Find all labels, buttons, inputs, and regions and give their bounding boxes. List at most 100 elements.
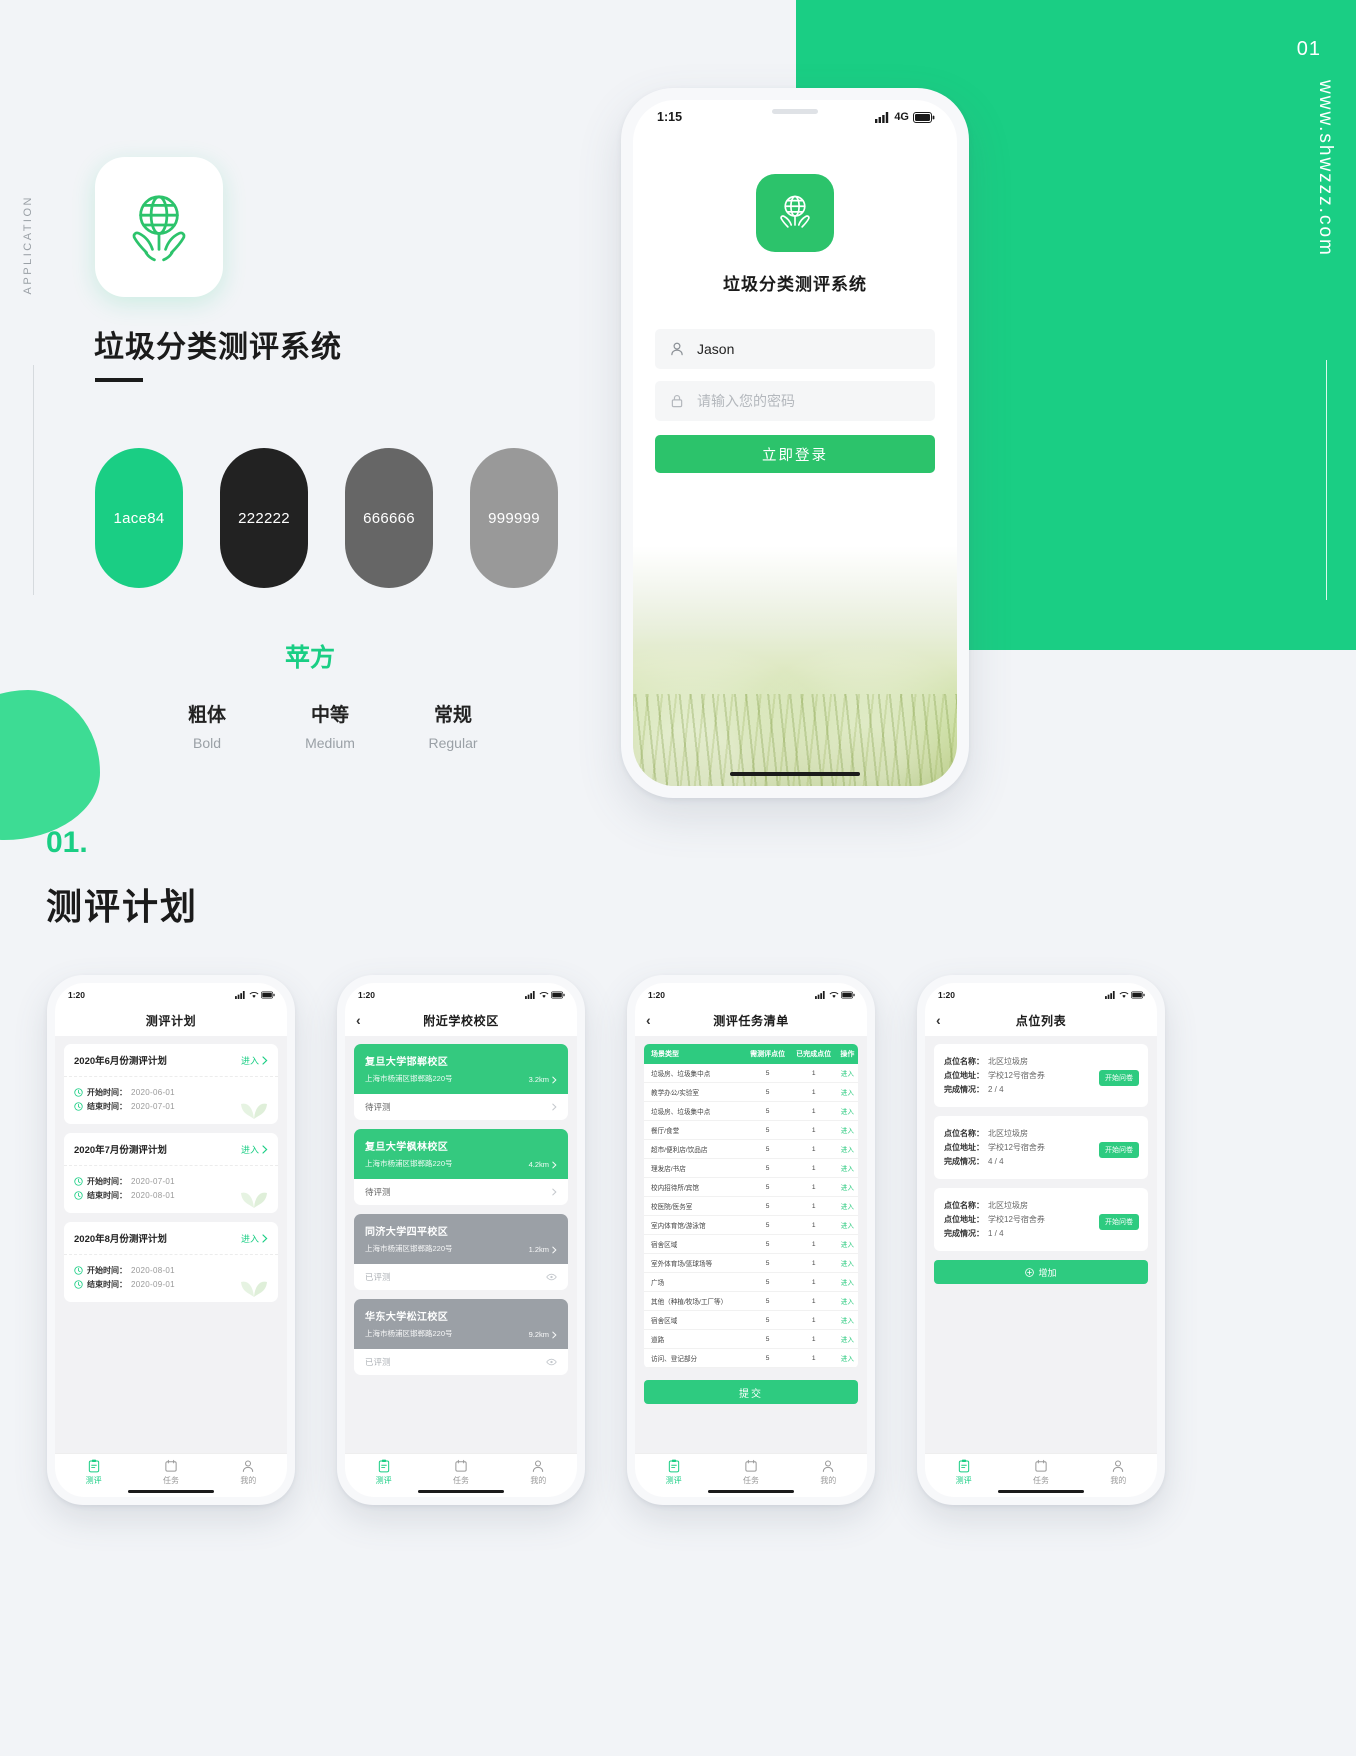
table-row[interactable]: 室外体育场/篮球场等 5 1 进入 (644, 1253, 858, 1273)
plan-card[interactable]: 2020年8月份测评计划 进入 开始时间： 2020-08-01 结束时间： 2… (64, 1222, 278, 1302)
eye-icon[interactable] (546, 1273, 557, 1281)
campus-card-footer: 待评测 (354, 1094, 568, 1120)
plan-enter-button[interactable]: 进入 (241, 1232, 268, 1245)
add-point-label: 增加 (1038, 1267, 1057, 1278)
cell-action[interactable]: 进入 (836, 1196, 858, 1216)
back-button[interactable]: ‹ (646, 1013, 651, 1027)
chevron-right-icon[interactable] (552, 1103, 557, 1111)
cell-action[interactable]: 进入 (836, 1291, 858, 1311)
table-row[interactable]: 垃圾房、垃圾集中点 5 1 进入 (644, 1064, 858, 1083)
cell-action[interactable]: 进入 (836, 1120, 858, 1140)
table-row[interactable]: 校医院/医务室 5 1 进入 (644, 1196, 858, 1216)
color-swatch: 666666 (345, 448, 433, 588)
cell-scene-type: 超市/便利店/饮品店 (644, 1139, 745, 1159)
campus-distance-group: 1.2km (529, 1245, 557, 1254)
point-card[interactable]: 点位名称： 北区垃圾房 点位地址： 学校12号宿舍券 完成情况： 2 / 4 开… (934, 1044, 1148, 1107)
cell-action[interactable]: 进入 (836, 1082, 858, 1102)
cell-action[interactable]: 进入 (836, 1310, 858, 1330)
table-row[interactable]: 校内招待所/宾馆 5 1 进入 (644, 1177, 858, 1197)
status-bar: 1:20 (55, 983, 287, 1004)
tab-assessment[interactable]: 测评 (345, 1454, 422, 1491)
cell-required-points: 5 (744, 1158, 791, 1178)
start-survey-button[interactable]: 开始问卷 (1099, 1214, 1139, 1230)
eye-icon[interactable] (546, 1358, 557, 1366)
table-row[interactable]: 宿舍区域 5 1 进入 (644, 1310, 858, 1330)
password-field[interactable]: 请输入您的密码 (655, 381, 935, 421)
campus-card[interactable]: 同济大学四平校区 上海市杨浦区邯郸路220号 1.2km 已评测 (354, 1214, 568, 1290)
plan-enter-button[interactable]: 进入 (241, 1143, 268, 1156)
cell-action[interactable]: 进入 (836, 1234, 858, 1254)
color-swatch: 1ace84 (95, 448, 183, 588)
cell-action[interactable]: 进入 (836, 1348, 858, 1368)
submit-button[interactable]: 提交 (644, 1380, 858, 1404)
cell-action[interactable]: 进入 (836, 1329, 858, 1349)
calendar-icon (165, 1459, 177, 1472)
point-progress-label: 完成情况： (944, 1157, 984, 1166)
tab-label: 任务 (742, 1476, 759, 1485)
site-url: www.shwzzz.com (1315, 80, 1336, 257)
table-row[interactable]: 理发店/书店 5 1 进入 (644, 1158, 858, 1178)
table-row[interactable]: 其他（种植/牧场/工厂等） 5 1 进入 (644, 1291, 858, 1311)
chevron-right-icon (262, 1233, 268, 1243)
campus-card[interactable]: 复旦大学邯郸校区 上海市杨浦区邯郸路220号 3.2km 待评测 (354, 1044, 568, 1120)
point-card[interactable]: 点位名称： 北区垃圾房 点位地址： 学校12号宿舍券 完成情况： 4 / 4 开… (934, 1116, 1148, 1179)
table-row[interactable]: 教学办公/实验室 5 1 进入 (644, 1082, 858, 1102)
font-weight-en: Regular (428, 735, 478, 751)
tab-assessment[interactable]: 测评 (55, 1454, 132, 1491)
username-field[interactable]: Jason (655, 329, 935, 369)
clipboard-icon (378, 1459, 389, 1473)
navbar: ‹ 附近学校校区 (345, 1004, 577, 1036)
cell-action[interactable]: 进入 (836, 1253, 858, 1273)
plan-enter-button[interactable]: 进入 (241, 1054, 268, 1067)
tab-task[interactable]: 任务 (712, 1454, 789, 1491)
tab-profile[interactable]: 我的 (210, 1454, 287, 1491)
tab-profile[interactable]: 我的 (500, 1454, 577, 1491)
font-weight-en: Bold (192, 735, 222, 751)
plan-card[interactable]: 2020年7月份测评计划 进入 开始时间： 2020-07-01 结束时间： 2… (64, 1133, 278, 1213)
cell-completed-points: 1 (790, 1234, 837, 1254)
table-row[interactable]: 超市/便利店/饮品店 5 1 进入 (644, 1139, 858, 1159)
chevron-right-icon[interactable] (552, 1188, 557, 1196)
campus-card[interactable]: 华东大学松江校区 上海市杨浦区邯郸路220号 9.2km 已评测 (354, 1299, 568, 1375)
cell-action[interactable]: 进入 (836, 1139, 858, 1159)
campus-card[interactable]: 复旦大学枫林校区 上海市杨浦区邯郸路220号 4.2km 待评测 (354, 1129, 568, 1205)
task-list-body: 场景类型 需测评点位 已完成点位 操作 垃圾房、垃圾集中点 5 1 进入 教学办公/实验… (635, 1036, 867, 1453)
table-row[interactable]: 宿舍区域 5 1 进入 (644, 1234, 858, 1254)
plan-end-value: 2020-09-01 (131, 1280, 175, 1289)
point-name-label: 点位名称： (944, 1201, 984, 1210)
table-row[interactable]: 餐厅/食堂 5 1 进入 (644, 1120, 858, 1140)
grass-background-image (633, 546, 957, 786)
cell-action[interactable]: 进入 (836, 1064, 858, 1083)
tab-profile[interactable]: 我的 (790, 1454, 867, 1491)
table-row[interactable]: 广场 5 1 进入 (644, 1272, 858, 1292)
add-point-button[interactable]: 增加 (934, 1260, 1148, 1284)
login-button[interactable]: 立即登录 (655, 435, 935, 473)
start-survey-button[interactable]: 开始问卷 (1099, 1142, 1139, 1158)
tab-task[interactable]: 任务 (1002, 1454, 1079, 1491)
tab-task[interactable]: 任务 (422, 1454, 499, 1491)
start-survey-button[interactable]: 开始问卷 (1099, 1070, 1139, 1086)
table-row[interactable]: 垃圾房、垃圾集中点 5 1 进入 (644, 1101, 858, 1121)
table-row[interactable]: 室内体育馆/游泳馆 5 1 进入 (644, 1215, 858, 1235)
table-row[interactable]: 访问、登记部分 5 1 进入 (644, 1348, 858, 1368)
green-blob-decoration (0, 690, 100, 840)
cell-action[interactable]: 进入 (836, 1272, 858, 1292)
tab-task[interactable]: 任务 (132, 1454, 209, 1491)
tab-profile[interactable]: 我的 (1080, 1454, 1157, 1491)
tab-assessment[interactable]: 测评 (635, 1454, 712, 1491)
navbar: 测评计划 (55, 1004, 287, 1036)
table-row[interactable]: 道路 5 1 进入 (644, 1329, 858, 1349)
cell-action[interactable]: 进入 (836, 1158, 858, 1178)
plan-card[interactable]: 2020年6月份测评计划 进入 开始时间： 2020-06-01 结束时间： 2… (64, 1044, 278, 1124)
back-button[interactable]: ‹ (936, 1013, 941, 1027)
font-weight-cn: 粗体 (187, 705, 226, 726)
point-address-label: 点位地址： (944, 1215, 984, 1224)
back-button[interactable]: ‹ (356, 1013, 361, 1027)
phone-mockup-campus-list: 1:20 ‹ 附近学校校区 复旦大学邯郸校区 上海市杨浦区邯郸路220号 3.2… (337, 975, 585, 1505)
cell-action[interactable]: 进入 (836, 1101, 858, 1121)
cell-action[interactable]: 进入 (836, 1215, 858, 1235)
cell-required-points: 5 (744, 1348, 791, 1368)
tab-assessment[interactable]: 测评 (925, 1454, 1002, 1491)
point-card[interactable]: 点位名称： 北区垃圾房 点位地址： 学校12号宿舍券 完成情况： 1 / 4 开… (934, 1188, 1148, 1251)
cell-action[interactable]: 进入 (836, 1177, 858, 1197)
